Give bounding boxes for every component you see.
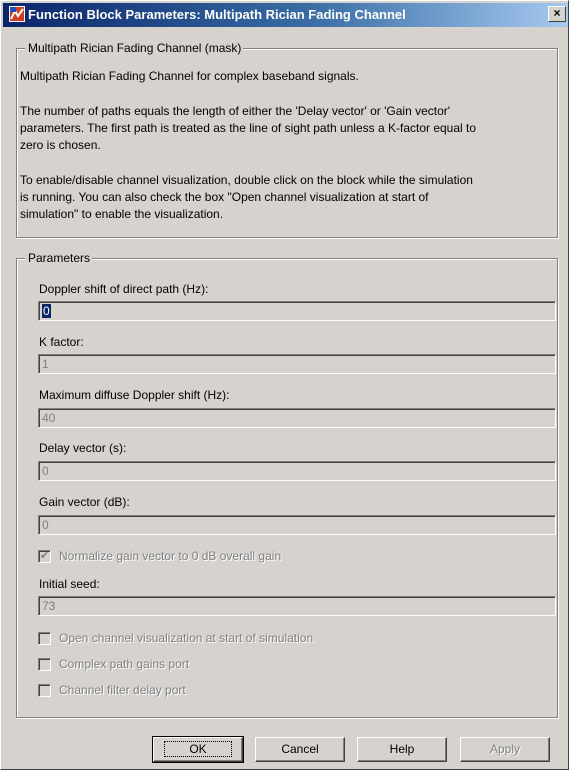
mask-description-line: To enable/disable channel visualization,… xyxy=(20,173,473,187)
cancel-button[interactable]: Cancel xyxy=(255,737,345,762)
max-doppler-input[interactable]: 40 xyxy=(38,408,556,428)
doppler-direct-label: Doppler shift of direct path (Hz): xyxy=(39,282,209,296)
complex-path-gains-label: Complex path gains port xyxy=(59,657,190,671)
initial-seed-input[interactable]: 73 xyxy=(38,596,556,616)
title-bar[interactable]: Function Block Parameters: Multipath Ric… xyxy=(3,3,568,27)
ok-button[interactable]: OK xyxy=(152,736,244,763)
mask-description-line: Multipath Rician Fading Channel for comp… xyxy=(20,69,359,83)
apply-button[interactable]: Apply xyxy=(460,737,550,762)
gain-vector-label: Gain vector (dB): xyxy=(39,495,130,509)
mask-description-line: The number of paths equals the length of… xyxy=(20,104,451,118)
doppler-direct-input[interactable]: 0 xyxy=(38,301,556,321)
open-visualization-label: Open channel visualization at start of s… xyxy=(59,631,314,645)
doppler-direct-value: 0 xyxy=(42,304,51,318)
channel-filter-delay-checkbox[interactable] xyxy=(38,684,51,697)
k-factor-input[interactable]: 1 xyxy=(38,354,556,374)
ok-button-label: OK xyxy=(164,741,232,757)
channel-filter-delay-label: Channel filter delay port xyxy=(59,683,186,697)
delay-vector-input[interactable]: 0 xyxy=(38,461,556,481)
k-factor-label: K factor: xyxy=(39,335,84,349)
delay-vector-label: Delay vector (s): xyxy=(39,441,127,455)
mask-group-title: Multipath Rician Fading Channel (mask) xyxy=(25,41,244,55)
help-button[interactable]: Help xyxy=(357,737,447,762)
normalize-gain-checkbox[interactable]: ✔ xyxy=(38,550,51,563)
parameters-group-title: Parameters xyxy=(25,251,93,265)
parameters-group: Parameters xyxy=(16,251,558,718)
complex-path-gains-checkbox[interactable] xyxy=(38,658,51,671)
max-doppler-label: Maximum diffuse Doppler shift (Hz): xyxy=(39,388,230,402)
mask-description-line: parameters. The first path is treated as… xyxy=(20,121,477,135)
open-visualization-checkbox[interactable] xyxy=(38,632,51,645)
close-icon[interactable]: × xyxy=(548,6,566,22)
dialog-window: Function Block Parameters: Multipath Ric… xyxy=(0,0,569,770)
mask-description-line: is running. You can also check the box "… xyxy=(20,190,429,204)
window-title: Function Block Parameters: Multipath Ric… xyxy=(28,7,406,22)
mask-description-line: simulation" to enable the visualization. xyxy=(20,207,224,221)
mask-description-line: zero is chosen. xyxy=(20,138,101,152)
normalize-gain-label: Normalize gain vector to 0 dB overall ga… xyxy=(59,549,282,563)
initial-seed-label: Initial seed: xyxy=(39,577,100,591)
gain-vector-input[interactable]: 0 xyxy=(38,515,556,535)
matlab-block-icon xyxy=(9,6,25,22)
